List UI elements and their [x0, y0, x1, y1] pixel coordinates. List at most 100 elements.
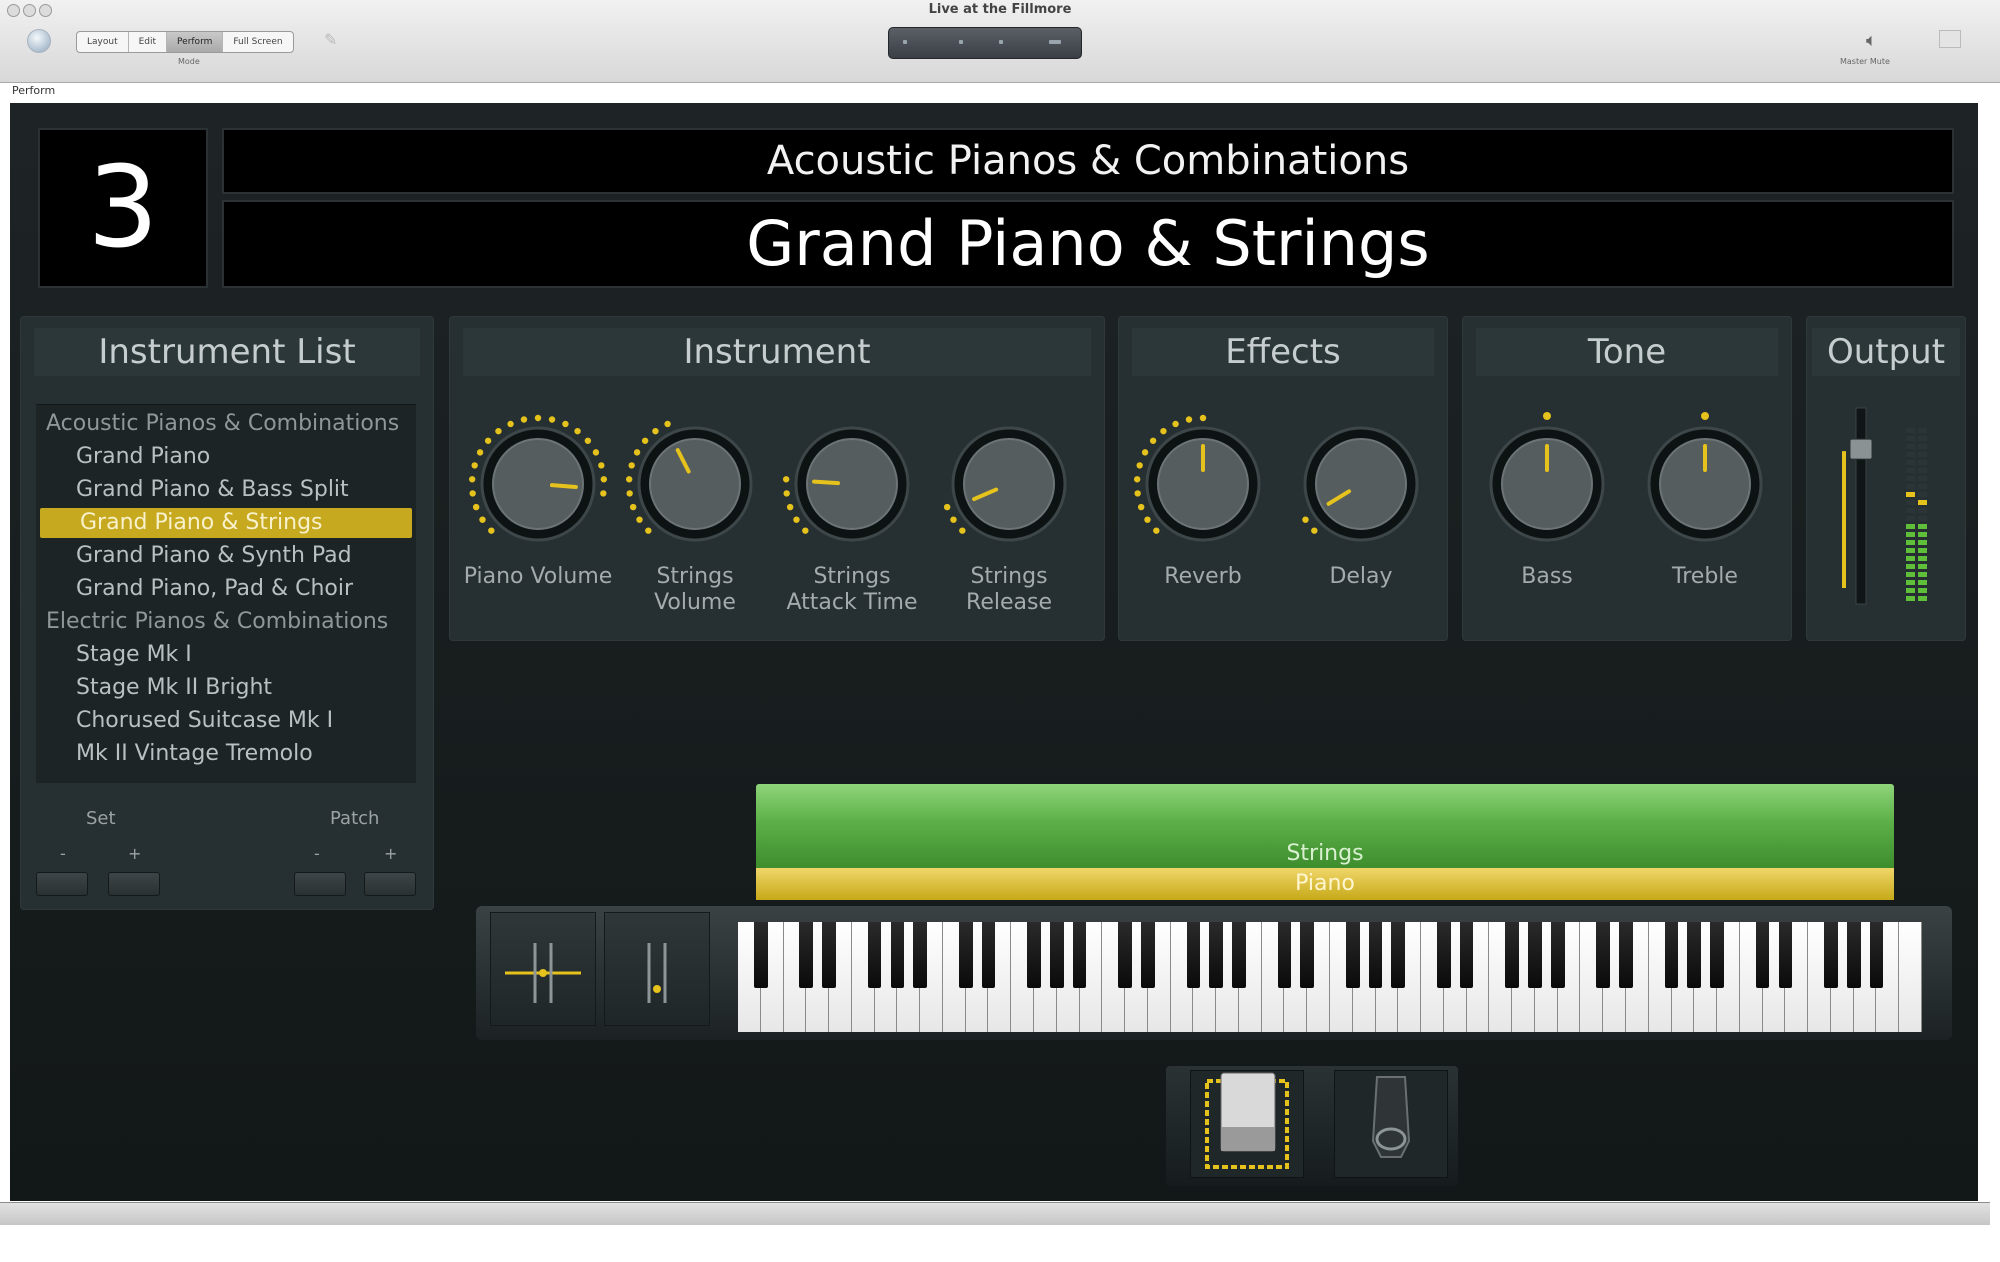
black-key[interactable]: [1391, 922, 1406, 988]
expression-pedal[interactable]: [1190, 1070, 1304, 1178]
knob-level-dot: [1302, 516, 1309, 523]
black-key[interactable]: [1778, 922, 1793, 988]
black-key[interactable]: [1368, 922, 1383, 988]
knob-dial: [1647, 412, 1763, 542]
black-key[interactable]: [1710, 922, 1724, 988]
black-key[interactable]: [1118, 922, 1132, 988]
black-key[interactable]: [1550, 922, 1565, 988]
black-key[interactable]: [913, 922, 927, 988]
black-key[interactable]: [1755, 922, 1770, 988]
list-category[interactable]: Acoustic Pianos & Combinations: [36, 409, 416, 439]
black-key[interactable]: [1528, 922, 1542, 988]
knob-treble[interactable]: Treble: [1630, 412, 1780, 602]
knob-level-dot: [625, 476, 633, 483]
output-fader-handle[interactable]: [1849, 438, 1873, 460]
black-key[interactable]: [1824, 922, 1838, 988]
black-key[interactable]: [1619, 922, 1633, 988]
black-key[interactable]: [1687, 922, 1702, 988]
knob-level-dot: [584, 437, 592, 444]
output-panel: Output: [1806, 316, 1966, 641]
patch-next-button[interactable]: [364, 872, 416, 896]
black-key[interactable]: [799, 922, 814, 988]
panel-title-bar: Instrument: [463, 328, 1091, 376]
piano-layer-range[interactable]: Piano: [756, 868, 1894, 900]
knob-level-dot: [472, 503, 480, 511]
black-key[interactable]: [1186, 922, 1201, 988]
black-key[interactable]: [822, 922, 836, 988]
piano-keyboard[interactable]: [738, 922, 1922, 1032]
gear-icon[interactable]: [27, 29, 51, 53]
black-key[interactable]: [1049, 922, 1064, 988]
output-meter-segment: [1918, 436, 1927, 441]
mode-edit-button[interactable]: Edit: [129, 32, 168, 52]
black-key[interactable]: [1277, 922, 1292, 988]
knob-label: Piano Volume: [463, 564, 613, 589]
knob-strings-release[interactable]: Strings Release: [934, 412, 1084, 615]
knob-piano-volume[interactable]: Piano Volume: [463, 412, 613, 602]
black-key[interactable]: [753, 922, 768, 988]
black-key[interactable]: [1437, 922, 1451, 988]
patch-previous-button[interactable]: [294, 872, 346, 896]
modulation-wheel[interactable]: [604, 912, 710, 1026]
strings-layer-range[interactable]: Strings: [756, 784, 1894, 868]
knob-dial: [625, 420, 753, 542]
black-key[interactable]: [1072, 922, 1087, 988]
patch-minus-label: -: [314, 844, 320, 863]
black-key[interactable]: [1141, 922, 1155, 988]
mode-layout-button[interactable]: Layout: [77, 32, 129, 52]
knob-level-dot: [471, 462, 478, 469]
instrument-list-title: Instrument List: [98, 332, 356, 372]
knob-level-dot: [664, 420, 671, 428]
pencil-icon[interactable]: ✎: [324, 31, 342, 49]
black-key[interactable]: [981, 922, 996, 988]
black-key[interactable]: [958, 922, 973, 988]
knob-level-dot: [468, 476, 476, 483]
list-item[interactable]: Chorused Suitcase Mk I: [36, 706, 416, 736]
black-key[interactable]: [1027, 922, 1041, 988]
list-item[interactable]: Stage Mk II Bright: [36, 673, 416, 703]
knob-bass[interactable]: Bass: [1472, 412, 1622, 602]
white-key[interactable]: [1899, 922, 1922, 1032]
set-next-button[interactable]: [108, 872, 160, 896]
black-key[interactable]: [867, 922, 882, 988]
pitch-bend-wheel[interactable]: [490, 912, 596, 1026]
set-previous-button[interactable]: [36, 872, 88, 896]
mode-full-screen-button[interactable]: Full Screen: [223, 32, 292, 52]
list-item[interactable]: Stage Mk I: [36, 640, 416, 670]
black-key[interactable]: [1459, 922, 1474, 988]
output-meter-segment: [1906, 452, 1915, 457]
knob-strings-volume[interactable]: Strings Volume: [620, 412, 770, 615]
sustain-pedal[interactable]: [1334, 1070, 1448, 1178]
list-item[interactable]: Mk II Vintage Tremolo: [36, 739, 416, 769]
screen-icon[interactable]: [1939, 30, 1961, 48]
black-key[interactable]: [1596, 922, 1611, 988]
knob-level-dot: [600, 476, 608, 483]
knob-level-dot: [1144, 516, 1151, 523]
knob-level-dot: [943, 503, 951, 511]
mode-perform-button[interactable]: Perform: [167, 32, 224, 52]
list-item[interactable]: Grand Piano: [36, 442, 416, 472]
output-meter-segment: [1918, 492, 1927, 497]
output-meter-peak: [1918, 500, 1927, 505]
black-key[interactable]: [1505, 922, 1519, 988]
list-item[interactable]: Grand Piano & Synth Pad: [36, 541, 416, 571]
list-item[interactable]: Grand Piano & Strings: [40, 508, 412, 538]
black-key[interactable]: [1345, 922, 1360, 988]
black-key[interactable]: [1300, 922, 1315, 988]
black-key[interactable]: [1664, 922, 1679, 988]
speaker-icon[interactable]: 🔈︎: [1866, 30, 1877, 51]
knob-strings-attack-time[interactable]: Strings Attack Time: [777, 412, 927, 615]
mainstage-window: Live at the Fillmore Layout Edit Perform…: [0, 0, 2000, 1262]
knob-reverb[interactable]: Reverb: [1128, 412, 1278, 602]
list-category[interactable]: Electric Pianos & Combinations: [36, 607, 416, 637]
knob-level-dot: [652, 427, 659, 435]
black-key[interactable]: [1232, 922, 1246, 988]
black-key[interactable]: [1846, 922, 1861, 988]
black-key[interactable]: [1869, 922, 1884, 988]
black-key[interactable]: [890, 922, 905, 988]
list-item[interactable]: Grand Piano & Bass Split: [36, 475, 416, 505]
list-item[interactable]: Grand Piano, Pad & Choir: [36, 574, 416, 604]
black-key[interactable]: [1209, 922, 1223, 988]
knob-delay[interactable]: Delay: [1286, 412, 1436, 602]
knob-level-dot: [1137, 503, 1145, 511]
